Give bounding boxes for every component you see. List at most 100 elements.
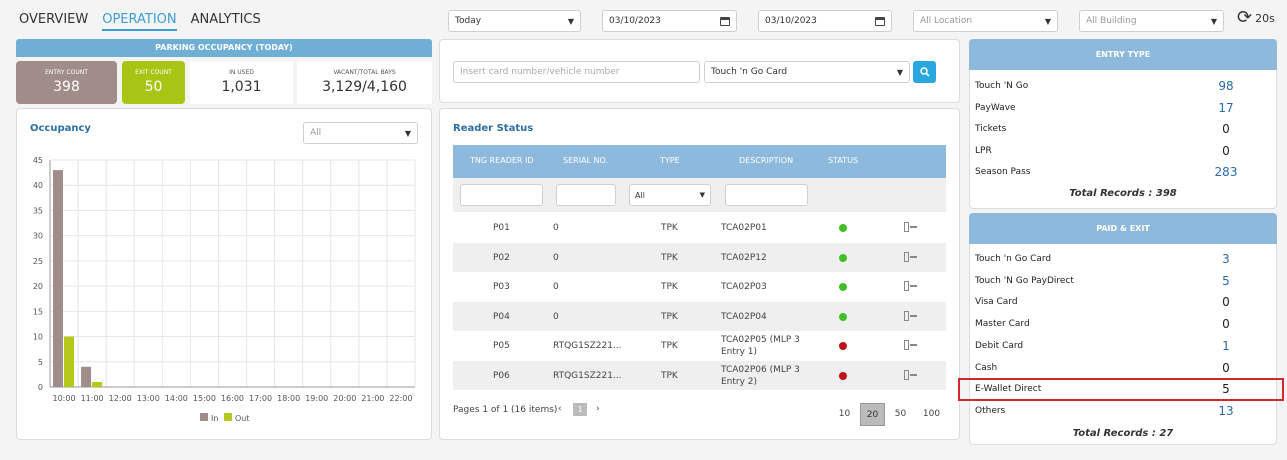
legend-label: In bbox=[211, 414, 218, 423]
description-cell: TCA02P04 bbox=[721, 312, 767, 322]
description-cell: TCA02P05 (MLP 3 bbox=[721, 335, 800, 345]
serial-cell: RTQG1SZ221... bbox=[553, 371, 622, 381]
card-reader-icon-body bbox=[904, 281, 909, 291]
search-button[interactable] bbox=[913, 61, 936, 83]
building-placeholder: All Building bbox=[1086, 16, 1137, 26]
y-tick-label: 10 bbox=[33, 333, 43, 342]
col-reader-id: TNG READER ID bbox=[470, 156, 534, 165]
list-item-value: 0 bbox=[1222, 122, 1230, 136]
x-tick-label: 17:00 bbox=[249, 394, 272, 403]
date-to-value: 03/10/2023 bbox=[765, 16, 817, 26]
table-row[interactable]: P03 0 TPK TCA02P03 bbox=[453, 272, 946, 301]
bar-out bbox=[92, 381, 103, 387]
calendar-icon bbox=[720, 16, 730, 26]
col-serial-no: SERIAL NO. bbox=[563, 156, 609, 165]
date-to-input[interactable]: 03/10/2023 bbox=[758, 10, 892, 32]
next-page-button[interactable]: › bbox=[596, 404, 600, 414]
x-tick-label: 19:00 bbox=[305, 394, 328, 403]
y-tick-label: 45 bbox=[33, 156, 43, 165]
list-item-value[interactable]: 1 bbox=[1211, 339, 1241, 353]
bar-in bbox=[81, 366, 92, 387]
building-select[interactable]: All Building ▼ bbox=[1079, 10, 1224, 32]
location-select[interactable]: All Location ▼ bbox=[913, 10, 1058, 32]
card-reader-icon[interactable] bbox=[904, 311, 917, 321]
reader-id-cell: P02 bbox=[493, 253, 510, 263]
col-description: DESCRIPTION bbox=[739, 156, 794, 165]
card-reader-icon[interactable] bbox=[904, 222, 917, 232]
calendar-icon bbox=[875, 16, 885, 26]
bar-out bbox=[64, 336, 74, 387]
list-item-label: Season Pass bbox=[975, 167, 1031, 177]
y-tick-label: 40 bbox=[33, 181, 43, 190]
legend-swatch bbox=[224, 413, 232, 421]
chevron-down-icon: ▼ bbox=[1044, 16, 1051, 26]
reader-table-header: TNG READER ID SERIAL NO. TYPE DESCRIPTIO… bbox=[453, 145, 946, 178]
x-tick-label: 18:00 bbox=[277, 394, 300, 403]
page-size-option[interactable]: 20 bbox=[860, 403, 885, 426]
x-tick-label: 10:00 bbox=[53, 394, 76, 403]
list-item-value[interactable]: 283 bbox=[1211, 165, 1241, 179]
list-item-value[interactable]: 98 bbox=[1211, 79, 1241, 93]
serial-cell: 0 bbox=[553, 282, 559, 292]
list-item-label: Tickets bbox=[975, 124, 1007, 134]
list-item-value[interactable]: 5 bbox=[1211, 274, 1241, 288]
serial-cell: 0 bbox=[553, 253, 559, 263]
reader-id-filter-input[interactable] bbox=[460, 184, 543, 206]
list-item-value[interactable]: 3 bbox=[1211, 252, 1241, 266]
date-from-input[interactable]: 03/10/2023 bbox=[602, 10, 737, 32]
list-item: Visa Card 0 bbox=[975, 293, 1265, 314]
period-select[interactable]: Today ▼ bbox=[448, 10, 581, 32]
list-item-label: Touch 'n Go Card bbox=[975, 254, 1052, 264]
table-row[interactable]: P04 0 TPK TCA02P04 bbox=[453, 302, 946, 331]
page-size-option[interactable]: 50 bbox=[888, 403, 913, 426]
prev-page-button[interactable]: ‹ bbox=[558, 404, 562, 414]
list-item-value[interactable]: 13 bbox=[1211, 404, 1241, 418]
list-item: Others 13 bbox=[975, 402, 1265, 423]
table-row[interactable]: P05 RTQG1SZ221... TPK TCA02P05 (MLP 3 Entry … bbox=[453, 331, 946, 360]
entry-type-total: Total Records : 398 bbox=[1069, 188, 1177, 199]
type-filter-select[interactable]: All ▼ bbox=[629, 184, 711, 206]
card-reader-icon[interactable] bbox=[904, 340, 917, 350]
list-item-value[interactable]: 17 bbox=[1211, 101, 1241, 115]
chevron-down-icon: ▼ bbox=[896, 67, 903, 77]
page-size-option[interactable]: 10 bbox=[832, 403, 857, 426]
card-reader-icon[interactable] bbox=[904, 281, 917, 291]
page-size-option[interactable]: 100 bbox=[919, 403, 944, 426]
page-number-button[interactable]: 1 bbox=[573, 403, 587, 416]
serial-filter-input[interactable] bbox=[556, 184, 616, 206]
list-item: Touch 'N Go PayDirect 5 bbox=[975, 272, 1265, 293]
description-cell: TCA02P03 bbox=[721, 282, 767, 292]
card-reader-icon[interactable] bbox=[904, 370, 917, 380]
description-cell-line2: Entry 2) bbox=[721, 377, 758, 387]
card-reader-icon-body bbox=[904, 222, 909, 232]
type-cell: TPK bbox=[661, 341, 678, 351]
table-row[interactable]: P02 0 TPK TCA02P12 bbox=[453, 243, 946, 272]
card-search-input[interactable]: Insert card number/vehicle number bbox=[453, 61, 700, 83]
refresh-button[interactable]: ⟳ 20s bbox=[1237, 9, 1275, 27]
table-row[interactable]: P06 RTQG1SZ221... TPK TCA02P06 (MLP 3 Entry … bbox=[453, 361, 946, 390]
legend-swatch bbox=[200, 413, 208, 421]
bar-in bbox=[53, 170, 63, 387]
reader-id-cell: P01 bbox=[493, 223, 510, 233]
col-status: STATUS bbox=[828, 156, 859, 165]
status-red-icon bbox=[839, 342, 847, 350]
refresh-interval: 20s bbox=[1255, 11, 1275, 25]
card-reader-icon-body bbox=[904, 311, 909, 321]
card-reader-icon-bar bbox=[910, 344, 917, 346]
x-tick-label: 12:00 bbox=[109, 394, 132, 403]
occupancy-chart: 0 5 10 15 20 25 30 35 40 45 10:00 11:00 12:00 13:00 14… bbox=[33, 156, 416, 423]
legend-label: Out bbox=[235, 414, 250, 423]
reader-id-cell: P03 bbox=[493, 282, 510, 292]
serial-cell: RTQG1SZ221... bbox=[553, 341, 622, 351]
list-item: LPR 0 bbox=[975, 142, 1265, 163]
description-filter-input[interactable] bbox=[725, 184, 808, 206]
x-tick-label: 11:00 bbox=[81, 394, 104, 403]
list-item-label: Debit Card bbox=[975, 341, 1024, 351]
card-reader-icon[interactable] bbox=[904, 252, 917, 262]
card-reader-icon-body bbox=[904, 340, 909, 350]
table-row[interactable]: P01 0 TPK TCA02P01 bbox=[453, 213, 946, 242]
type-filter-value: All bbox=[635, 190, 645, 200]
refresh-icon: ⟳ bbox=[1237, 7, 1253, 28]
card-type-select[interactable]: Touch 'n Go Card ▼ bbox=[704, 61, 910, 83]
list-item-label: LPR bbox=[975, 146, 992, 156]
